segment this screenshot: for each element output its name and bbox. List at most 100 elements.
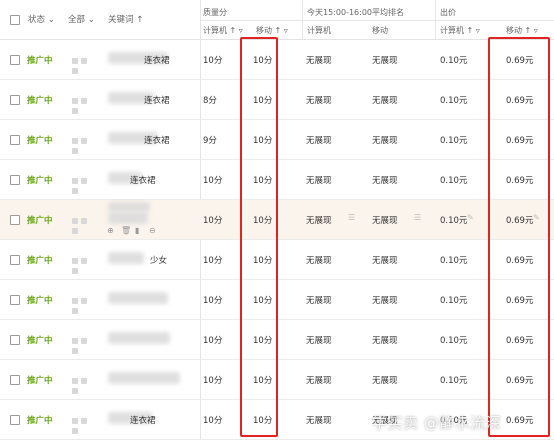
rank-group-header: 今天15:00-16:00平均排名 bbox=[307, 8, 404, 17]
edit-pencil-icon[interactable]: ✎ bbox=[467, 213, 474, 222]
redacted-keyword bbox=[108, 332, 170, 344]
rank-pc: 无展现 bbox=[306, 136, 332, 146]
quality-pc: 10分 bbox=[203, 176, 223, 186]
status-label: 推广中 bbox=[27, 216, 53, 226]
sort-arrow-icon: ↑ bbox=[466, 26, 474, 35]
keyword-text: 连衣裙 bbox=[144, 56, 170, 66]
bid-pc[interactable]: 0.10元 bbox=[440, 54, 467, 66]
row-checkbox[interactable] bbox=[10, 375, 20, 385]
select-all-checkbox[interactable] bbox=[10, 15, 20, 25]
quality-mobile-header[interactable]: 移动 ↑ ▿ bbox=[256, 25, 288, 36]
rank-pc: 无展现 bbox=[306, 96, 332, 106]
rank-pc-header: 计算机 bbox=[307, 26, 331, 35]
rank-mobile-header: 移动 bbox=[372, 26, 388, 35]
quality-pc: 10分 bbox=[203, 216, 223, 226]
target-icon[interactable]: ⊕ bbox=[107, 226, 114, 235]
quality-pc: 10分 bbox=[203, 336, 223, 346]
status-column-header[interactable]: 状态 ⌄ bbox=[28, 13, 55, 25]
row-checkbox[interactable] bbox=[10, 135, 20, 145]
keyword-column-header[interactable]: 关键词 ↑ bbox=[108, 13, 143, 25]
filter-icon: ▿ bbox=[283, 26, 288, 35]
keyword-text: 连衣裙 bbox=[130, 176, 156, 186]
keyword-text: 连衣裙 bbox=[130, 416, 156, 426]
filter-icon: ▿ bbox=[533, 26, 538, 35]
rank-pc: 无展现 bbox=[306, 296, 332, 306]
rank-mobile: 无展现 bbox=[372, 136, 398, 146]
placeholder-dots bbox=[72, 217, 98, 234]
filter-icon: ▿ bbox=[475, 26, 480, 35]
rank-mobile: 无展现 bbox=[372, 216, 398, 226]
bid-pc[interactable]: 0.10元 bbox=[440, 334, 467, 346]
row-checkbox[interactable] bbox=[10, 255, 20, 265]
redacted-keyword bbox=[108, 292, 168, 304]
status-label: 推广中 bbox=[27, 136, 53, 146]
bid-mobile-header[interactable]: 移动 ↑ ▿ bbox=[506, 25, 538, 36]
row-checkbox[interactable] bbox=[10, 215, 20, 225]
placeholder-dots bbox=[72, 257, 98, 274]
status-label: 推广中 bbox=[27, 56, 53, 66]
rank-detail-icon[interactable]: ☰ bbox=[414, 213, 421, 222]
rank-mobile: 无展现 bbox=[372, 256, 398, 266]
status-label: 推广中 bbox=[27, 336, 53, 346]
rank-pc: 无展现 bbox=[306, 216, 332, 226]
rank-mobile: 无展现 bbox=[372, 296, 398, 306]
status-label: 推广中 bbox=[27, 256, 53, 266]
placeholder-dots bbox=[72, 177, 98, 194]
sort-arrow-icon: ↑ bbox=[136, 15, 144, 25]
rank-mobile: 无展现 bbox=[372, 96, 398, 106]
row-checkbox[interactable] bbox=[10, 95, 20, 105]
redacted-keyword bbox=[108, 202, 150, 212]
sort-arrow-icon: ↑ bbox=[274, 26, 282, 35]
highlight-box-quality-mobile bbox=[240, 37, 278, 437]
redacted-keyword bbox=[108, 252, 144, 264]
bid-pc-header[interactable]: 计算机 ↑ ▿ bbox=[440, 25, 480, 36]
placeholder-dots bbox=[72, 297, 98, 314]
bid-pc[interactable]: 0.10元 bbox=[440, 254, 467, 266]
quality-score-group-header: 质量分 bbox=[203, 8, 227, 17]
row-checkbox[interactable] bbox=[10, 175, 20, 185]
status-label: 推广中 bbox=[27, 176, 53, 186]
placeholder-dots bbox=[72, 377, 98, 394]
quality-pc-header[interactable]: 计算机 ↑ ▿ bbox=[203, 25, 243, 36]
bid-pc[interactable]: 0.10元 bbox=[440, 294, 467, 306]
rank-mobile: 无展现 bbox=[372, 376, 398, 386]
placeholder-dots bbox=[72, 137, 98, 154]
placeholder-dots bbox=[72, 57, 98, 74]
filter-icon: ▿ bbox=[238, 26, 243, 35]
chevron-down-icon: ⌄ bbox=[87, 15, 95, 25]
watermark: 学买卖 @静水流深 bbox=[372, 414, 502, 432]
placeholder-dots bbox=[72, 97, 98, 114]
quality-pc: 9分 bbox=[203, 136, 217, 146]
rank-pc: 无展现 bbox=[306, 56, 332, 66]
chart-icon[interactable]: ▮ bbox=[135, 226, 139, 235]
bid-pc[interactable]: 0.10元 bbox=[440, 374, 467, 386]
quality-pc: 10分 bbox=[203, 376, 223, 386]
row-checkbox[interactable] bbox=[10, 415, 20, 425]
highlight-box-bid-mobile bbox=[488, 37, 550, 437]
rank-pc: 无展现 bbox=[306, 336, 332, 346]
all-filter-dropdown[interactable]: 全部 ⌄ bbox=[68, 13, 95, 25]
rank-mobile: 无展现 bbox=[372, 56, 398, 66]
keyword-table: 状态 ⌄ 全部 ⌄ 关键词 ↑ 质量分 计算机 ↑ ▿ 移动 ↑ ▿ 今天15:… bbox=[0, 0, 554, 440]
sort-arrow-icon: ↑ bbox=[229, 26, 237, 35]
header-divider bbox=[200, 20, 554, 21]
minus-circle-icon[interactable]: ⊖ bbox=[149, 226, 156, 235]
rank-detail-icon[interactable]: ☰ bbox=[348, 213, 355, 222]
bid-pc[interactable]: 0.10元 bbox=[440, 94, 467, 106]
keyword-text: 少女 bbox=[150, 256, 168, 266]
row-checkbox[interactable] bbox=[10, 335, 20, 345]
bid-pc[interactable]: 0.10元 bbox=[440, 174, 467, 186]
sort-arrow-icon: ↑ bbox=[524, 26, 532, 35]
trash-icon[interactable]: 🗑 bbox=[121, 226, 131, 235]
status-label: 推广中 bbox=[27, 296, 53, 306]
row-checkbox[interactable] bbox=[10, 295, 20, 305]
bid-group-header: 出价 bbox=[440, 8, 456, 17]
rank-mobile: 无展现 bbox=[372, 336, 398, 346]
status-label: 推广中 bbox=[27, 96, 53, 106]
status-label: 推广中 bbox=[27, 416, 53, 426]
quality-pc: 10分 bbox=[203, 56, 223, 66]
bid-pc[interactable]: 0.10元 bbox=[440, 134, 467, 146]
row-checkbox[interactable] bbox=[10, 55, 20, 65]
bid-pc[interactable]: 0.10元 bbox=[440, 214, 467, 226]
redacted-keyword bbox=[108, 372, 180, 384]
